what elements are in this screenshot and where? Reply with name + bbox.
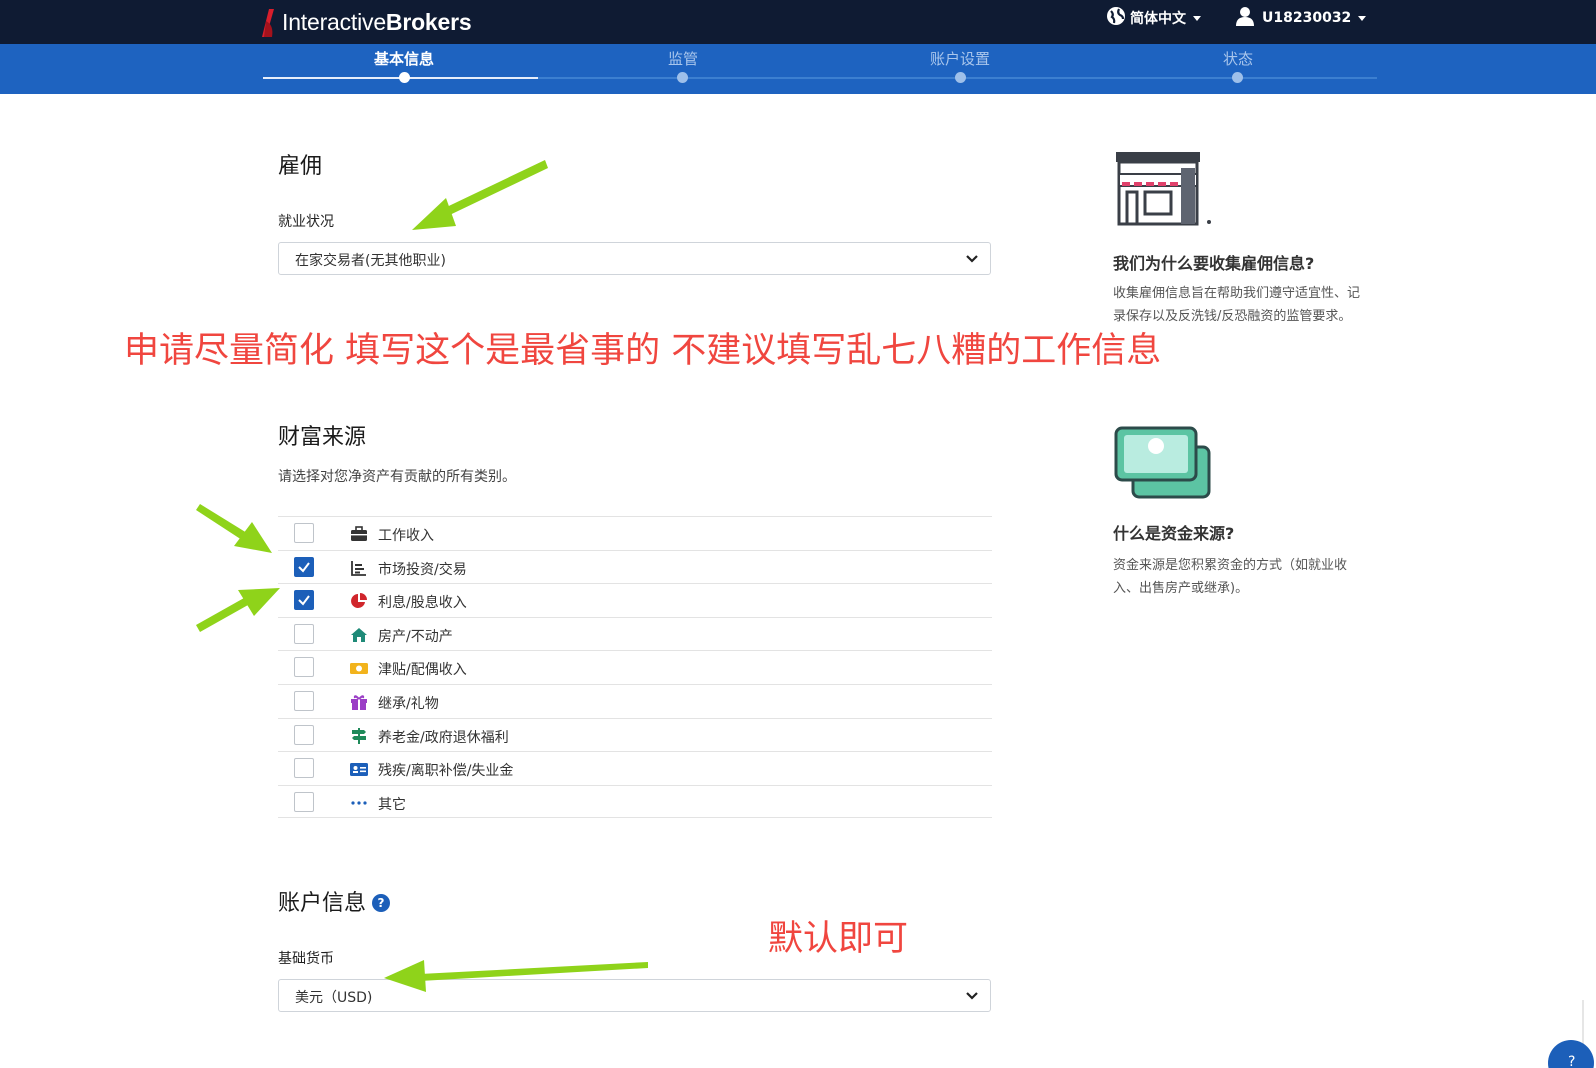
annotation-arrow-currency bbox=[384, 960, 648, 992]
annotation-arrows bbox=[196, 160, 648, 992]
annotation-arrow-market bbox=[196, 504, 272, 553]
annotation-arrow-employment bbox=[412, 160, 548, 230]
annotation-arrow-interest bbox=[196, 588, 280, 632]
